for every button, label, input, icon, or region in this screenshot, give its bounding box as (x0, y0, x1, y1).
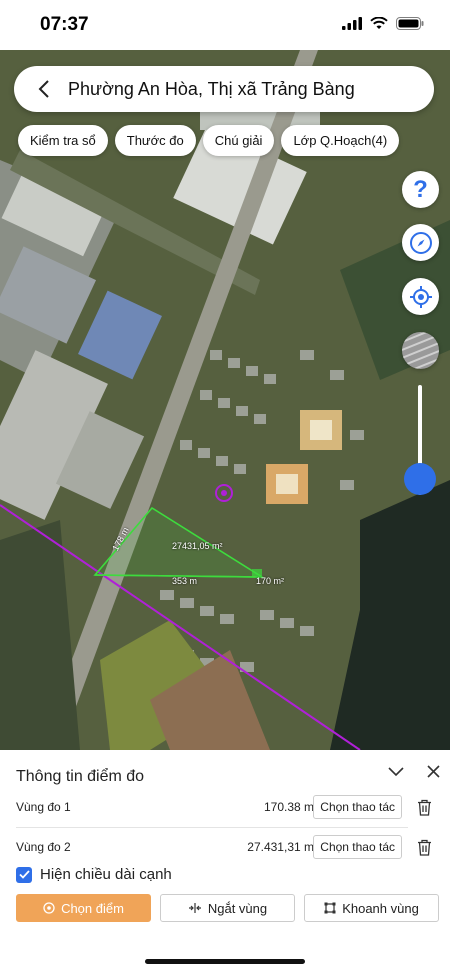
choose-action-button[interactable]: Chọn thao tác (313, 835, 402, 859)
checkbox-label: Hiện chiều dài cạnh (40, 866, 172, 883)
compass-button[interactable] (402, 224, 439, 261)
row-name: Vùng đo 2 (16, 840, 71, 854)
chevron-left-icon (38, 80, 49, 98)
help-button[interactable]: ? (402, 171, 439, 208)
measure-row: Vùng đo 2 27.431,31 m² Chọn thao tác (16, 832, 436, 862)
wifi-icon (370, 17, 388, 29)
question-icon: ? (413, 175, 428, 203)
row-area: 27.431,31 m² (247, 840, 318, 854)
trash-icon (417, 799, 431, 816)
choose-action-button[interactable]: Chọn thao tác (313, 795, 402, 819)
panel-title: Thông tin điểm đo (16, 768, 145, 785)
delete-button[interactable] (414, 836, 434, 858)
status-time: 07:37 (40, 14, 89, 35)
enclose-zone-button[interactable]: Khoanh vùng (304, 894, 439, 922)
measurement-panel: Thông tin điểm đo (0, 750, 450, 974)
opacity-button[interactable] (402, 332, 439, 369)
stripes-icon (402, 332, 439, 369)
page-title: Phường An Hòa, Thị xã Trảng Bàng (68, 78, 355, 99)
delete-button[interactable] (414, 796, 434, 818)
show-edge-length-toggle[interactable]: Hiện chiều dài cạnh (16, 866, 172, 883)
compass-icon (409, 231, 432, 254)
status-icons (342, 17, 424, 30)
status-bar: 07:37 (0, 0, 450, 50)
split-zone-label: Ngắt vùng (207, 900, 268, 916)
crosshair-icon (409, 285, 432, 308)
area-label: 27431,05 m² (172, 541, 223, 551)
row-area: 170.38 m² (263, 800, 318, 814)
check-icon (18, 870, 30, 879)
measure-row: Vùng đo 1 170.38 m² Chọn thao tác (16, 792, 436, 822)
back-button[interactable] (22, 67, 66, 111)
close-button[interactable] (422, 760, 444, 782)
split-icon (188, 903, 201, 913)
chip-legend[interactable]: Chú giải (202, 125, 275, 156)
select-point-button[interactable]: Chọn điểm (16, 894, 151, 922)
signal-icon (342, 17, 362, 30)
base-length-label: 353 m (172, 576, 198, 586)
location-header: Phường An Hòa, Thị xã Trảng Bàng (14, 66, 434, 112)
map-tool-chips: Kiểm tra sổ Thước đo Chú giải Lớp Q.Hoạc… (18, 125, 400, 156)
small-area-label: 170 m² (256, 576, 285, 586)
trash-icon (417, 839, 431, 856)
panel-actions: Chọn điểm Ngắt vùng Khoanh vùng (16, 894, 439, 922)
target-icon (43, 902, 55, 914)
locate-button[interactable] (402, 278, 439, 315)
row-divider (16, 827, 408, 828)
enclose-zone-label: Khoanh vùng (342, 900, 419, 916)
chip-check-certificate[interactable]: Kiểm tra sổ (18, 125, 108, 156)
close-icon (426, 764, 440, 778)
home-indicator (145, 959, 305, 964)
collapse-button[interactable] (384, 760, 408, 784)
battery-icon (396, 17, 424, 30)
edge-length-checkbox[interactable] (16, 866, 32, 883)
chevron-down-icon (388, 767, 404, 777)
chip-planning-layer[interactable]: Lớp Q.Hoạch(4) (281, 125, 400, 156)
frame-icon (324, 902, 336, 914)
opacity-slider-thumb[interactable] (404, 462, 436, 495)
split-zone-button[interactable]: Ngắt vùng (160, 894, 295, 922)
select-point-label: Chọn điểm (61, 900, 124, 916)
row-name: Vùng đo 1 (16, 800, 71, 814)
chip-ruler[interactable]: Thước đo (114, 125, 196, 156)
